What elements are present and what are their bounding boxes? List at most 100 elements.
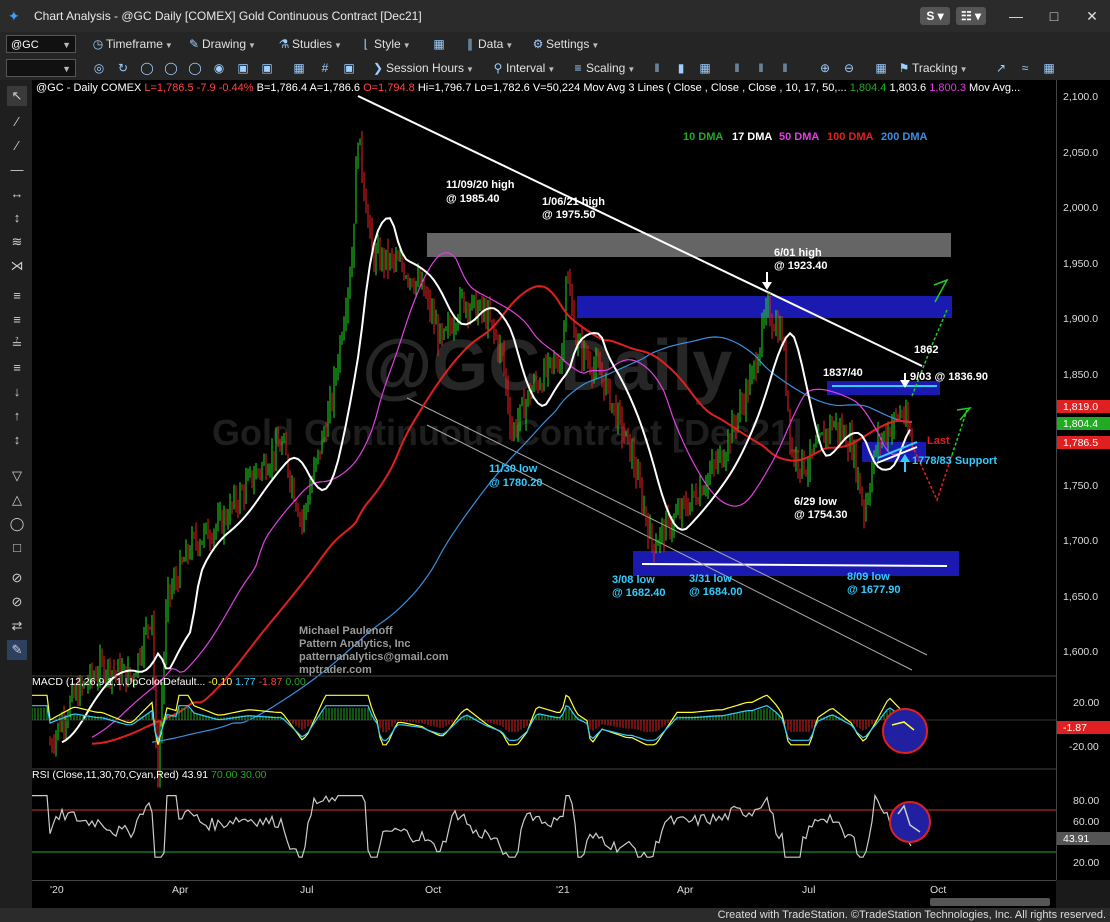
maximize-button[interactable]: □ [1040,6,1068,26]
box-icon[interactable]: ▣ [340,59,358,77]
drawing-menu[interactable]: ✎ Drawing ▼ [186,35,256,53]
grid-icon[interactable]: ▦ [872,59,890,77]
channel-icon[interactable]: ≋ [7,232,27,252]
style-icon: ⌊ [363,37,369,51]
workspace-select[interactable]: ▼ [6,59,76,77]
fibonacci-icon[interactable]: ≡ [7,286,27,306]
bars-icon[interactable]: ‖ [752,59,770,77]
box-icon[interactable]: ▣ [258,59,276,77]
grid-link-button[interactable]: ☷ ▾ [956,7,986,25]
bar-icon[interactable]: ‖ [648,59,666,77]
date-tick: '21 [556,884,570,896]
price-tick: 1,700.0 [1063,535,1098,547]
chart-canvas[interactable]: @GC Daily Gold Continuous Contract [Dec2… [32,80,1056,880]
hash-icon[interactable]: # [316,59,334,77]
speed-lines-icon[interactable]: ≟ [7,334,27,354]
vertical-line-icon[interactable]: ↕ [7,208,27,228]
macd-highlight-circle [882,708,928,754]
status-bar: Created with TradeStation. ©TradeStation… [0,908,1110,922]
price-tick: 1,950.0 [1063,258,1098,270]
settings-menu[interactable]: ⚙ Settings ▼ [530,35,600,53]
circle-icon[interactable]: ◯ [162,59,180,77]
pitchfork-icon[interactable]: ⋊ [7,256,27,276]
style-menu[interactable]: ⌊ Style ▼ [358,35,411,53]
annotation-mar31-low: 3/31 low [689,573,732,585]
zoom-out-icon[interactable]: ⊖ [840,59,858,77]
refresh-icon[interactable]: ↻ [114,59,132,77]
link-icon[interactable]: ◎ [90,59,108,77]
arrow-up-icon[interactable]: ↑ [7,406,27,426]
header-bid: B=1,786.4 [256,82,308,94]
horizontal-scrollbar[interactable] [930,898,1050,906]
scaling-menu[interactable]: ≡ Scaling ▼ [570,59,635,77]
rectangle-icon[interactable]: □ [7,538,27,558]
close-button[interactable]: ✕ [1078,6,1106,26]
date-axis-svg: '20 Apr Jul Oct '21 Apr Jul Oct [50,884,946,896]
annotation-nov-low: 11/30 low [489,463,538,475]
annotation-jun-high: 6/01 high [774,247,822,259]
circle-icon[interactable]: ◯ [186,59,204,77]
box-icon[interactable]: ▣ [234,59,252,77]
annotation-jun-low-value: @ 1754.30 [794,509,848,521]
arrow-down-icon[interactable]: ↓ [7,382,27,402]
horizontal-ray-icon[interactable]: ↔ [7,184,27,204]
ray-icon[interactable]: ∕ [7,136,27,156]
rsi-tick: 20.00 [1073,857,1099,869]
trendline-icon[interactable]: ∕ [7,112,27,132]
price-tick: 2,000.0 [1063,202,1098,214]
price-chart-svg: @GC Daily Gold Continuous Contract [Dec2… [32,95,1056,858]
macd-tick: -20.00 [1069,741,1099,753]
gear-icon: ⚙ [532,37,544,51]
chart-header: @GC - Daily COMEX L=1,786.5 -7.9 -0.44% … [36,82,1020,94]
price-axis[interactable]: 2,100.0 2,050.0 2,000.0 1,950.0 1,900.0 … [1056,80,1110,880]
timeframe-menu[interactable]: ◷ Timeframe ▼ [90,35,173,53]
rsi-header: RSI (Close,11,30,70,Cyan,Red) 43.91 70.0… [32,769,267,781]
session-hours-menu[interactable]: ❯ Session Hours ▼ [370,59,474,77]
grid-icon[interactable]: ▦ [290,59,308,77]
annotation-jun-low: 6/29 low [794,496,837,508]
header-ma3: 1,800.3 [929,82,966,94]
arrows-icon[interactable]: ⇄ [7,616,27,636]
ellipse-icon[interactable]: ◯ [7,514,27,534]
fib-extension-icon[interactable]: ≡ [7,310,27,330]
symbol-link-button[interactable]: S ▾ [920,7,950,25]
rsi-label: RSI (Close,11,30,70,Cyan,Red) [32,769,179,781]
chart-icon[interactable]: ≈ [1016,59,1034,77]
projection-up2-dashed [951,409,968,456]
target-icon[interactable]: ◉ [210,59,228,77]
bars-icon[interactable]: ‖ [728,59,746,77]
date-axis[interactable]: '20 Apr Jul Oct '21 Apr Jul Oct [32,880,1056,909]
minimize-button[interactable]: — [1002,6,1030,26]
data-menu[interactable]: ∥ Data ▼ [462,35,513,53]
rsi-upper-value: 70.00 [211,769,238,781]
credit-email: patternanalytics@gmail.com [299,651,449,663]
triangle-up-icon[interactable]: △ [7,490,27,510]
export-icon[interactable]: ↗ [992,59,1010,77]
zoom-in-icon[interactable]: ⊕ [816,59,834,77]
annotation-nov-high-value: @ 1985.40 [446,193,500,205]
bars-icon[interactable]: ‖ [776,59,794,77]
rsi-line [32,793,912,858]
remove-drawings-icon[interactable]: ⊘ [7,568,27,588]
draw-pen-icon[interactable]: ✎ [7,640,27,660]
format-icon[interactable]: ▦ [430,35,448,53]
header-study: Mov Avg 3 Lines ( Close , Close , Close … [583,82,847,94]
tracking-menu[interactable]: ⚑ Tracking ▼ [896,59,968,77]
annotation-mar8-low-value: @ 1682.40 [612,587,666,599]
interval-menu[interactable]: ⚲ Interval ▼ [490,59,556,77]
arrow-bidirectional-icon[interactable]: ↕ [7,430,27,450]
symbol-input[interactable]: @GC ▼ [6,35,76,53]
gann-icon[interactable]: ≡ [7,358,27,378]
studies-menu[interactable]: ⚗ Studies ▼ [276,35,342,53]
box-icon[interactable]: ▦ [696,59,714,77]
pointer-icon[interactable]: ↖ [7,86,27,106]
toolbar-main: @GC ▼ ◷ Timeframe ▼ ✎ Drawing ▼ ⚗ Studies ▼ ⌊ St… [0,32,1110,56]
triangle-down-icon[interactable]: ▽ [7,466,27,486]
candle-icon[interactable]: ▮ [672,59,690,77]
resistance-zone-1837 [827,381,940,395]
delete-icon[interactable]: ⊘ [7,592,27,612]
circle-icon[interactable]: ◯ [138,59,156,77]
horizontal-line-icon[interactable]: — [7,160,27,180]
grid-icon[interactable]: ▦ [1040,59,1058,77]
data-icon: ∥ [467,37,473,51]
